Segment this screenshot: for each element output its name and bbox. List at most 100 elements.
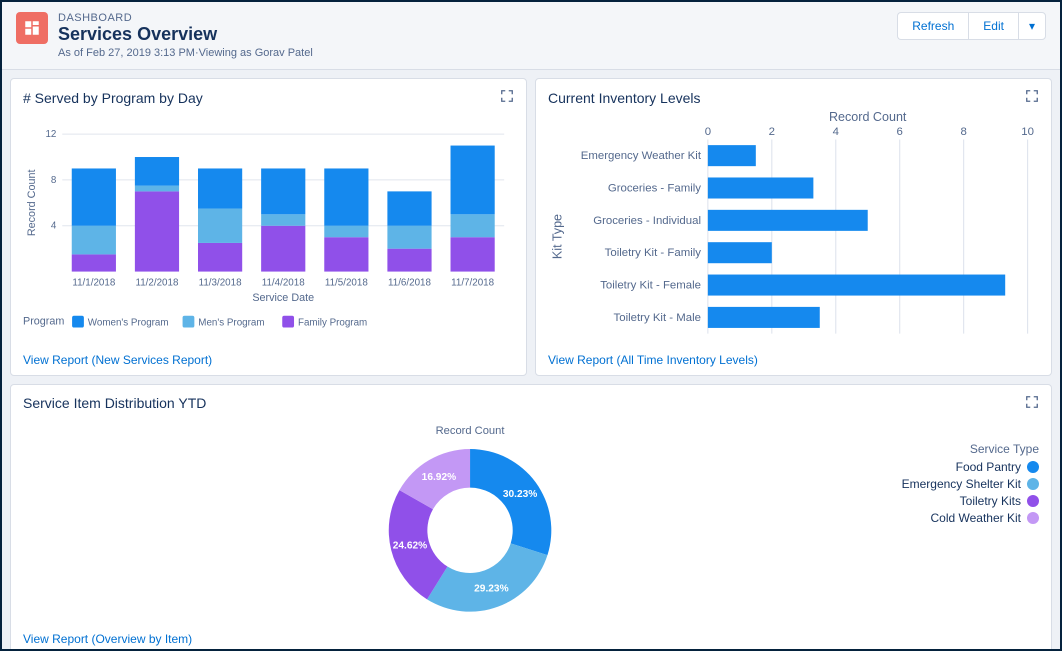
card-title: Current Inventory Levels <box>548 90 701 106</box>
svg-text:4: 4 <box>51 221 57 232</box>
svg-text:16.92%: 16.92% <box>422 472 456 483</box>
legend-label: Toiletry Kits <box>960 494 1021 508</box>
refresh-button[interactable]: Refresh <box>897 12 968 40</box>
page-header: DASHBOARD Services Overview As of Feb 27… <box>2 2 1060 70</box>
donut-chart-area: Record Count 30.23% 29.23% 24.62% 16.92% Ser… <box>23 412 1039 628</box>
svg-text:Toiletry Kit - Family: Toiletry Kit - Family <box>605 247 702 259</box>
header-title-block: DASHBOARD Services Overview As of Feb 27… <box>58 12 313 59</box>
more-actions-button[interactable]: ▾ <box>1018 12 1046 40</box>
svg-text:24.62%: 24.62% <box>393 540 427 551</box>
bar-segment[interactable] <box>261 226 305 272</box>
svg-text:Emergency Weather Kit: Emergency Weather Kit <box>581 150 702 162</box>
view-report-link[interactable]: View Report (Overview by Item) <box>23 632 1039 646</box>
card-title: # Served by Program by Day <box>23 90 203 106</box>
svg-text:Men's Program: Men's Program <box>198 318 264 329</box>
legend-dot <box>1027 495 1039 507</box>
bar-segment[interactable] <box>451 237 495 271</box>
svg-text:29.23%: 29.23% <box>474 583 508 594</box>
header-actions: Refresh Edit ▾ <box>897 12 1046 40</box>
bar-segment[interactable] <box>451 146 495 215</box>
svg-text:Toiletry Kit - Male: Toiletry Kit - Male <box>614 312 701 324</box>
bar-segment[interactable] <box>324 168 368 225</box>
legend-row: Emergency Shelter Kit <box>902 477 1039 491</box>
legend-dot <box>1027 461 1039 473</box>
view-report-link[interactable]: View Report (New Services Report) <box>23 353 514 367</box>
bar-segment[interactable] <box>198 168 242 208</box>
view-report-link[interactable]: View Report (All Time Inventory Levels) <box>548 353 1039 367</box>
bar-segment[interactable] <box>135 186 179 192</box>
legend-dot <box>1027 512 1039 524</box>
bar[interactable] <box>708 145 756 166</box>
svg-text:10: 10 <box>1021 126 1034 138</box>
card-inventory-levels: Current Inventory Levels Record Count024… <box>535 78 1052 376</box>
legend-row: Toiletry Kits <box>902 494 1039 508</box>
expand-icon[interactable] <box>1025 89 1039 106</box>
svg-text:Record Count: Record Count <box>829 110 907 124</box>
bar-segment[interactable] <box>198 243 242 272</box>
expand-icon[interactable] <box>500 89 514 106</box>
card-title-row: # Served by Program by Day <box>23 89 514 106</box>
svg-text:11/4/2018: 11/4/2018 <box>262 277 305 288</box>
dashboard-icon <box>16 12 48 44</box>
svg-text:Groceries - Individual: Groceries - Individual <box>593 215 701 227</box>
bar[interactable] <box>708 275 1005 296</box>
svg-text:Groceries - Family: Groceries - Family <box>608 182 701 194</box>
donut-legend: Service Type Food Pantry Emergency Shelte… <box>902 442 1039 528</box>
card-service-item-distribution: Service Item Distribution YTD Record Cou… <box>10 384 1052 649</box>
legend-label: Food Pantry <box>956 460 1021 474</box>
svg-text:11/3/2018: 11/3/2018 <box>199 277 242 288</box>
legend-label: Emergency Shelter Kit <box>902 477 1021 491</box>
svg-text:8: 8 <box>960 126 966 138</box>
bar-segment[interactable] <box>451 214 495 237</box>
bar-segment[interactable] <box>324 226 368 237</box>
donut-slice[interactable] <box>427 543 547 611</box>
legend-dot <box>1027 478 1039 490</box>
bar-segment[interactable] <box>135 191 179 271</box>
bar[interactable] <box>708 307 820 328</box>
svg-text:11/6/2018: 11/6/2018 <box>388 277 431 288</box>
header-left: DASHBOARD Services Overview As of Feb 27… <box>16 12 313 59</box>
svg-text:Toiletry Kit - Female: Toiletry Kit - Female <box>600 279 701 291</box>
bar-segment[interactable] <box>198 209 242 243</box>
svg-text:Service Date: Service Date <box>252 292 314 304</box>
edit-button[interactable]: Edit <box>968 12 1018 40</box>
bar-segment[interactable] <box>387 249 431 272</box>
bar-segment[interactable] <box>387 226 431 249</box>
donut-slice[interactable] <box>470 449 551 555</box>
svg-text:11/1/2018: 11/1/2018 <box>72 277 115 288</box>
card-served-by-program: # Served by Program by Day 4 8 12 Record Co… <box>10 78 527 376</box>
bar-segment[interactable] <box>387 191 431 225</box>
header-subtitle: As of Feb 27, 2019 3:13 PM·Viewing as Go… <box>58 47 313 59</box>
bar-segment[interactable] <box>324 237 368 271</box>
legend-swatch <box>72 316 84 328</box>
svg-text:Record Count: Record Count <box>436 425 506 437</box>
bar[interactable] <box>708 210 868 231</box>
bar[interactable] <box>708 177 814 198</box>
legend-row: Food Pantry <box>902 460 1039 474</box>
svg-text:30.23%: 30.23% <box>503 489 537 500</box>
bar[interactable] <box>708 242 772 263</box>
bar-segment[interactable] <box>261 168 305 214</box>
svg-text:4: 4 <box>833 126 840 138</box>
svg-text:11/2/2018: 11/2/2018 <box>136 277 179 288</box>
dashboard-grid: # Served by Program by Day 4 8 12 Record Co… <box>2 70 1060 649</box>
svg-text:Family Program: Family Program <box>298 318 367 329</box>
svg-text:6: 6 <box>897 126 903 138</box>
svg-text:8: 8 <box>51 175 57 186</box>
svg-text:Record Count: Record Count <box>26 170 38 237</box>
svg-text:12: 12 <box>45 129 56 140</box>
bar-segment[interactable] <box>135 157 179 186</box>
bar-segment[interactable] <box>72 226 116 255</box>
card-title-row: Service Item Distribution YTD <box>23 395 1039 412</box>
bar-segment[interactable] <box>72 254 116 271</box>
chevron-down-icon: ▾ <box>1029 19 1035 33</box>
legend-swatch <box>183 316 195 328</box>
legend-swatch <box>282 316 294 328</box>
bar-segment[interactable] <box>72 168 116 225</box>
legend-title: Service Type <box>902 442 1039 456</box>
expand-icon[interactable] <box>1025 395 1039 412</box>
bar-segment[interactable] <box>261 214 305 225</box>
svg-text:11/5/2018: 11/5/2018 <box>325 277 368 288</box>
dashboard-page: DASHBOARD Services Overview As of Feb 27… <box>0 0 1062 651</box>
svg-text:2: 2 <box>769 126 775 138</box>
